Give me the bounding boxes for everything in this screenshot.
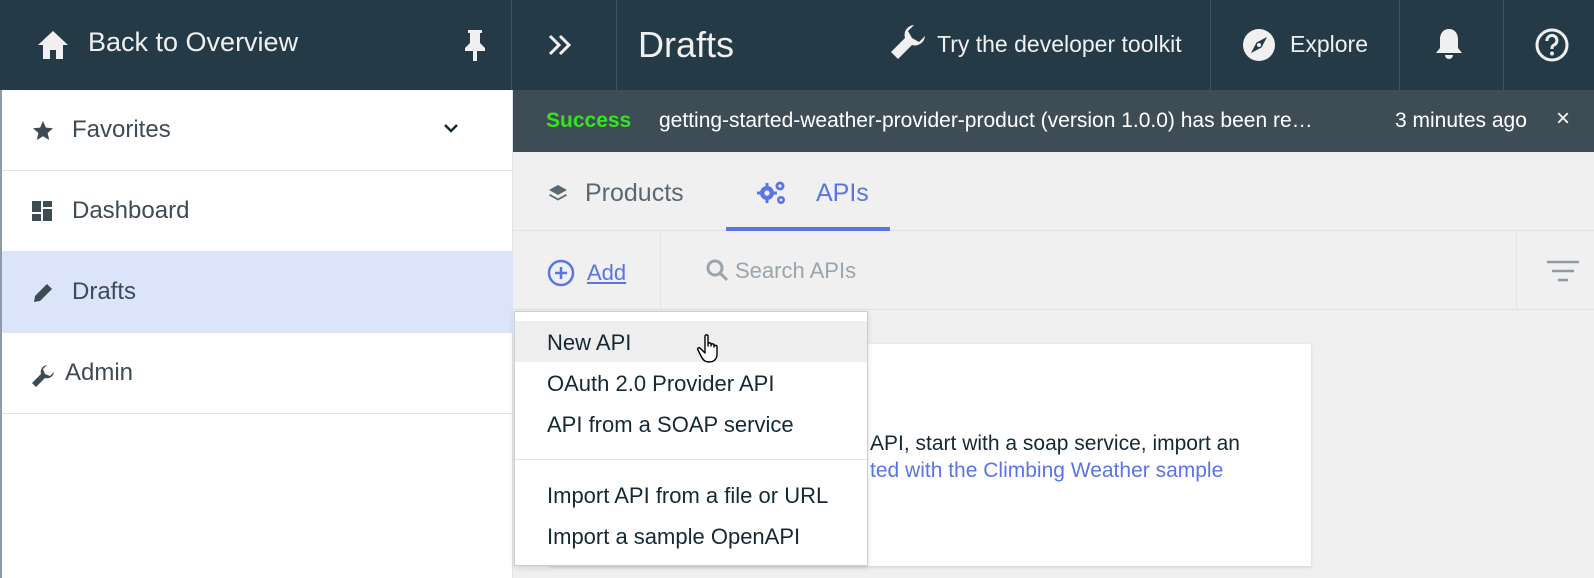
menu-item-label: Import API from a file or URL: [547, 483, 829, 508]
menu-item-oauth-provider-api[interactable]: OAuth 2.0 Provider API: [515, 362, 867, 403]
search-icon: [706, 259, 729, 282]
developer-toolkit-label: Try the developer toolkit: [937, 31, 1182, 57]
help-icon: [1535, 28, 1569, 62]
menu-item-soap-api[interactable]: API from a SOAP service: [515, 403, 867, 444]
notification-timestamp: 3 minutes ago: [1395, 109, 1527, 132]
search-box: [673, 245, 1493, 297]
sidebar-item-label: Admin: [65, 359, 134, 386]
tab-bar: Products APIs: [513, 152, 1594, 231]
back-to-overview-label: Back to Overview: [88, 27, 299, 57]
menu-item-label: API from a SOAP service: [547, 412, 794, 437]
menu-item-new-api[interactable]: New API: [515, 321, 867, 362]
sidebar: Favorites Dashboard Drafts Admin: [0, 90, 513, 578]
back-to-overview-button[interactable]: Back to Overview: [0, 0, 512, 90]
toolbar-divider: [1516, 231, 1517, 310]
pencil-icon: [34, 284, 52, 302]
pin-icon[interactable]: [462, 28, 488, 62]
add-button[interactable]: Add: [547, 258, 626, 288]
empty-state-text: API, start with a soap service, import a…: [870, 432, 1240, 455]
developer-toolkit-button[interactable]: Try the developer toolkit: [884, 0, 1211, 90]
plus-circle-icon: [547, 259, 575, 287]
explore-button[interactable]: Explore: [1212, 0, 1400, 90]
help-button[interactable]: [1505, 0, 1594, 90]
wrench-icon: [32, 365, 54, 387]
menu-item-label: OAuth 2.0 Provider API: [547, 371, 775, 396]
add-label: Add: [587, 260, 627, 285]
sidebar-item-favorites[interactable]: Favorites: [2, 90, 513, 171]
tab-label: APIs: [816, 179, 869, 207]
menu-divider: [515, 459, 867, 460]
star-icon: [33, 121, 53, 140]
top-header: Back to Overview Drafts Try the develope…: [0, 0, 1594, 90]
menu-item-import-sample-openapi[interactable]: Import a sample OpenAPI: [515, 515, 867, 556]
bell-icon: [1436, 29, 1462, 59]
home-icon: [38, 31, 68, 59]
toolbar-divider: [660, 231, 661, 310]
wrench-icon: [891, 25, 925, 59]
menu-item-label: New API: [547, 330, 632, 355]
page-title: Drafts: [638, 24, 735, 65]
notification-message: getting-started-weather-provider-product…: [659, 109, 1313, 132]
sidebar-item-label: Favorites: [72, 116, 171, 143]
climbing-weather-sample-link[interactable]: ted with the Climbing Weather sample: [870, 459, 1223, 483]
sidebar-item-dashboard[interactable]: Dashboard: [2, 171, 513, 252]
close-icon[interactable]: ×: [1556, 105, 1570, 133]
hand-cursor-icon: [697, 334, 718, 363]
sidebar-item-label: Drafts: [72, 278, 137, 305]
sidebar-item-drafts[interactable]: Drafts: [2, 252, 513, 333]
gears-icon: [757, 181, 785, 204]
filter-icon[interactable]: [1543, 257, 1583, 287]
sidebar-item-admin[interactable]: Admin: [2, 333, 513, 414]
layers-icon: [549, 185, 567, 201]
success-notification: Success getting-started-weather-provider…: [513, 90, 1594, 152]
tab-products[interactable]: Products: [513, 152, 725, 231]
add-dropdown-menu: New API OAuth 2.0 Provider API API from …: [514, 311, 868, 566]
tab-label: Products: [585, 179, 684, 207]
search-input[interactable]: [735, 253, 1435, 289]
tab-apis[interactable]: APIs: [726, 152, 890, 231]
chevron-down-icon[interactable]: [444, 124, 458, 134]
notification-status: Success: [546, 109, 632, 132]
api-toolbar: Add: [513, 231, 1594, 310]
double-chevron-right-icon: [548, 34, 572, 56]
sidebar-item-label: Dashboard: [72, 197, 190, 224]
expand-nav-button[interactable]: [513, 0, 617, 90]
menu-item-import-api[interactable]: Import API from a file or URL: [515, 474, 867, 515]
explore-label: Explore: [1290, 31, 1368, 57]
dashboard-icon: [32, 201, 52, 221]
notifications-button[interactable]: [1401, 0, 1504, 90]
compass-icon: [1243, 29, 1275, 61]
menu-item-label: Import a sample OpenAPI: [547, 524, 801, 549]
